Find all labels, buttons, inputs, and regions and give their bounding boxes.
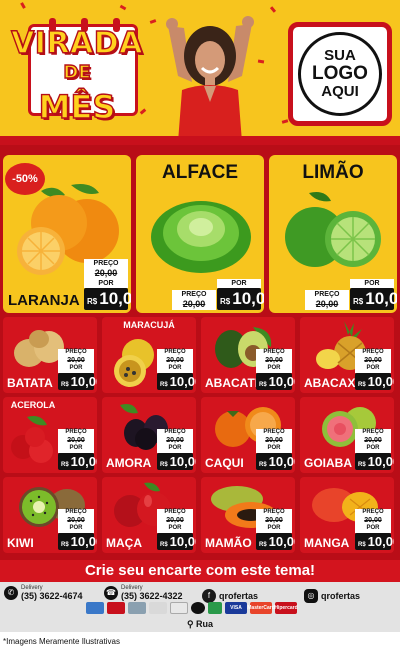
price-tag: PREÇO 20,00 POR R$10,00 [355, 509, 394, 550]
payment-card-icon [86, 602, 104, 614]
title-line-2: DE [63, 61, 92, 83]
visa-icon: VISA [225, 602, 247, 614]
product-name: GOIABA [304, 456, 352, 470]
product-name: ABACATE [205, 376, 263, 390]
confetti [281, 119, 289, 124]
price-tag: POR R$10,00 [217, 278, 264, 310]
product-name: LARANJA [8, 292, 80, 309]
header-stripe [0, 136, 400, 145]
product-card-kiwi[interactable]: KIWI PREÇO 20,00 POR R$10,00 [3, 477, 97, 553]
new-price: 10,00 [365, 289, 397, 308]
product-card-limao[interactable]: LIMÃO PREÇO 20,00 POR R$10,00 [269, 155, 397, 313]
payment-card-icon [170, 602, 188, 614]
product-name: MAÇA [106, 536, 142, 550]
price-tag: PREÇO 20,00 POR R$10,00 [58, 349, 97, 390]
price-tag: PREÇO 20,00 POR R$10,00 [157, 349, 196, 390]
price-tag: PREÇO 20,00 POR R$10,00 [58, 509, 97, 550]
product-name: MAMÃO [205, 536, 252, 550]
title-line-1: VIRADA [10, 25, 143, 61]
product-name: ACEROLA [10, 400, 56, 410]
price-tag: PREÇO 20,00 POR R$10,00 [355, 429, 394, 470]
logo-placeholder: SUA LOGO AQUI [288, 22, 392, 126]
confetti [119, 4, 127, 11]
product-name: BATATA [7, 376, 53, 390]
footer: ✆ Delivery (35) 3622-4674 ☎ Delivery (35… [0, 582, 400, 632]
price-tag-old: PREÇO 20,00 [172, 290, 216, 310]
product-name: MANGA [304, 536, 350, 550]
flyer: VIRADA DE MÊS SUA LOGO AQUI -50% LARANJA… [0, 0, 400, 650]
payment-card-icon [208, 602, 222, 614]
disclaimer-note: *Imagens Meramente Ilustrativas [3, 637, 120, 646]
phone-contact-1[interactable]: ✆ Delivery (35) 3622-4674 [4, 585, 83, 601]
confetti [269, 6, 277, 13]
price-tag: PREÇO 20,00 POR R$10,00 [355, 349, 394, 390]
price-tag: PREÇO 20,00 POR R$10,00 [256, 349, 295, 390]
price-tag: PREÇO 20,00 POR R$10,00 [157, 509, 196, 550]
confetti [20, 2, 26, 9]
address: ⚲ Rua [186, 619, 214, 629]
price-tag-old: PREÇO 20,00 [305, 290, 349, 310]
location-pin-icon: ⚲ [186, 619, 197, 629]
cta-banner[interactable]: Crie seu encarte com este tema! [0, 560, 400, 582]
product-card-amora[interactable]: AMORA PREÇO 20,00 POR R$10,00 [102, 397, 196, 473]
product-card-goiaba[interactable]: GOIABA PREÇO 20,00 POR R$10,00 [300, 397, 394, 473]
product-card-abacate[interactable]: ABACATE PREÇO 20,00 POR R$10,00 [201, 317, 295, 393]
product-card-maracuja[interactable]: MARACUJÁ PREÇO 20,00 POR R$10,00 [102, 317, 196, 393]
product-card-acerola[interactable]: ACEROLA PREÇO 20,00 POR R$10,00 [3, 397, 97, 473]
payment-card-icon [191, 602, 205, 614]
product-card-abacaxi[interactable]: ABACAXI PREÇO 20,00 POR R$10,00 [300, 317, 394, 393]
logo-text-2: LOGO [312, 63, 368, 85]
new-price: 10,00 [232, 289, 264, 308]
header-banner: VIRADA DE MÊS SUA LOGO AQUI [0, 0, 400, 145]
product-card-batata[interactable]: BATATA PREÇO 20,00 POR R$10,00 [3, 317, 97, 393]
whatsapp-icon: ✆ [4, 586, 18, 600]
product-name: ABACAXI [304, 376, 359, 390]
product-card-maca[interactable]: MAÇA PREÇO 20,00 POR R$10,00 [102, 477, 196, 553]
price-tag: POR R$10,00 [350, 278, 397, 310]
acerola-image [11, 416, 53, 463]
product-name: AMORA [106, 456, 152, 470]
price-tag: PREÇO 20,00 POR R$10,00 [256, 509, 295, 550]
old-price: 20,00 [84, 268, 128, 279]
hipercard-icon: Hipercard [274, 602, 298, 614]
product-name: KIWI [7, 536, 34, 550]
product-card-caqui[interactable]: CAQUI PREÇO 20,00 POR R$10,00 [201, 397, 295, 473]
product-card-laranja[interactable]: -50% LARANJA PREÇO 20,00 POR R$10,00 [3, 155, 131, 313]
phone-icon: ☎ [104, 586, 118, 600]
payment-methods: VISA MasterCard Hipercard [86, 602, 314, 616]
lime-image [285, 192, 381, 267]
product-grid: -50% LARANJA PREÇO 20,00 POR R$10,00 [0, 145, 400, 560]
mastercard-icon: MasterCard [247, 602, 275, 614]
old-price: 20,00 [172, 299, 216, 310]
payment-card-icon [107, 602, 125, 614]
product-name: ALFACE [162, 162, 238, 183]
instagram-icon: ◎ [304, 589, 318, 603]
logo-text-3: AQUI [321, 82, 359, 100]
title-line-3: MÊS [38, 87, 116, 126]
price-tag: PREÇO 20,00 POR R$10,00 [256, 429, 295, 470]
product-name: LIMÃO [302, 162, 364, 183]
facebook-link[interactable]: f qrofertas [202, 589, 258, 603]
passion-fruit-image [114, 339, 154, 387]
facebook-icon: f [202, 589, 216, 603]
product-card-alface[interactable]: ALFACE PREÇO 20,00 POR R$10,00 [136, 155, 264, 313]
instagram-link[interactable]: ◎ qrofertas [304, 589, 360, 603]
product-card-mamao[interactable]: MAMÃO PREÇO 20,00 POR R$10,00 [201, 477, 295, 553]
product-name: MARACUJÁ [123, 320, 175, 330]
title-block: VIRADA DE MÊS [8, 18, 146, 128]
logo-text-1: SUA [324, 47, 356, 65]
confetti [149, 19, 157, 24]
price-tag: PREÇO 20,00 POR R$10,00 [157, 429, 196, 470]
phone-contact-2[interactable]: ☎ Delivery (35) 3622-4322 [104, 585, 183, 601]
celebrating-woman-image [166, 16, 254, 142]
lettuce-image [151, 201, 251, 273]
payment-card-icon [128, 602, 146, 614]
price-tag: PREÇO 20,00 POR R$10,00 [84, 259, 131, 310]
price-tag: PREÇO 20,00 POR R$10,00 [58, 429, 97, 470]
payment-card-icon [149, 602, 167, 614]
old-price: 20,00 [305, 299, 349, 310]
product-name: CAQUI [205, 456, 244, 470]
product-card-manga[interactable]: MANGA PREÇO 20,00 POR R$10,00 [300, 477, 394, 553]
new-price: 10,00 [99, 289, 131, 308]
